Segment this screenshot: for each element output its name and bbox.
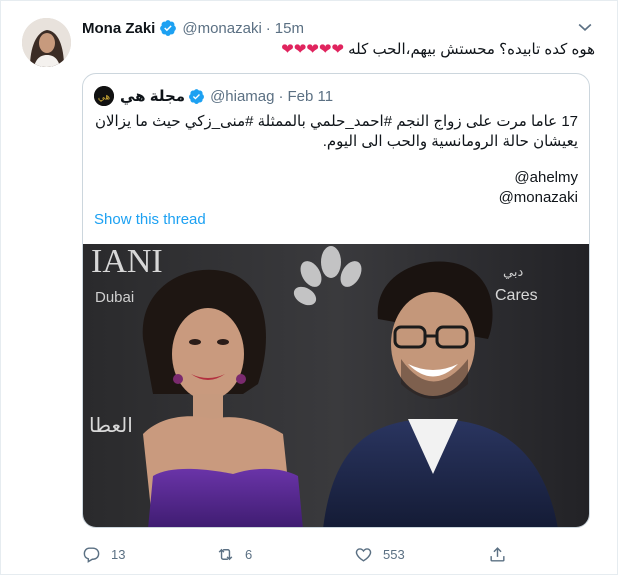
quoted-photo[interactable]: IANI Dubai دبي Cares العطا <box>83 244 589 527</box>
separator-dot: · <box>278 87 284 105</box>
tweet-card[interactable]: Mona Zaki @monazaki · 15m هوه كده تابيده… <box>0 0 618 575</box>
author-name[interactable]: Mona Zaki <box>82 20 155 37</box>
tweet-body: هوه كده تابيده؟ محستش بيهم،الحب كله <box>348 41 595 58</box>
verified-badge-icon <box>160 20 177 36</box>
show-thread-link[interactable]: Show this thread <box>94 211 206 228</box>
mention-link[interactable]: @monazaki <box>499 188 578 208</box>
retweet-icon <box>218 548 233 560</box>
quoted-logo-text: هي <box>98 93 111 103</box>
reply-icon <box>83 546 100 563</box>
quoted-tweet[interactable]: هي مجلة هي @hiamag · Feb 11 17 عاما مرت … <box>82 73 590 528</box>
quoted-author-name: مجلة هي <box>120 88 186 105</box>
reply-button[interactable]: 13 <box>82 542 125 566</box>
quoted-author-handle: @hiamag <box>210 87 275 105</box>
mention-link[interactable]: @ahelmy <box>499 168 578 188</box>
backdrop-text: IANI <box>91 244 163 280</box>
backdrop-text: العطا <box>89 413 133 437</box>
tweet-header: Mona Zaki @monazaki · 15m <box>82 18 304 38</box>
quoted-author-avatar: هي <box>94 86 114 106</box>
like-icon <box>355 547 372 562</box>
tweet-text: هوه كده تابيده؟ محستش بيهم،الحب كله ❤❤❤❤… <box>82 40 595 60</box>
quoted-tweet-text: 17 عاما مرت على زواج النجم #احمد_حلمي با… <box>94 113 578 150</box>
hearts-emoji: ❤❤❤❤❤ <box>281 41 344 58</box>
retweet-button[interactable]: 6 <box>216 542 252 566</box>
tweet-timestamp[interactable]: 15m <box>275 20 304 37</box>
separator-dot: · <box>265 19 271 37</box>
quoted-timestamp: Feb 11 <box>287 87 334 105</box>
like-button[interactable]: 553 <box>354 542 405 566</box>
author-avatar[interactable] <box>22 18 71 67</box>
author-handle[interactable]: @monazaki <box>182 20 261 37</box>
share-button[interactable] <box>488 542 507 566</box>
quoted-mentions: @ahelmy @monazaki <box>499 168 578 208</box>
verified-badge-icon <box>189 88 204 104</box>
reply-count: 13 <box>111 546 126 562</box>
share-icon <box>490 546 505 562</box>
quoted-tweet-header: هي مجلة هي @hiamag · Feb 11 <box>94 86 333 106</box>
tweet-actions: 13 6 553 <box>82 542 522 566</box>
backdrop-text: دبي <box>503 265 523 280</box>
like-count: 553 <box>383 546 405 562</box>
retweet-count: 6 <box>245 546 253 562</box>
chevron-down-icon[interactable] <box>575 17 595 37</box>
backdrop-text: Dubai <box>95 289 134 306</box>
backdrop-text: Cares <box>495 287 538 304</box>
